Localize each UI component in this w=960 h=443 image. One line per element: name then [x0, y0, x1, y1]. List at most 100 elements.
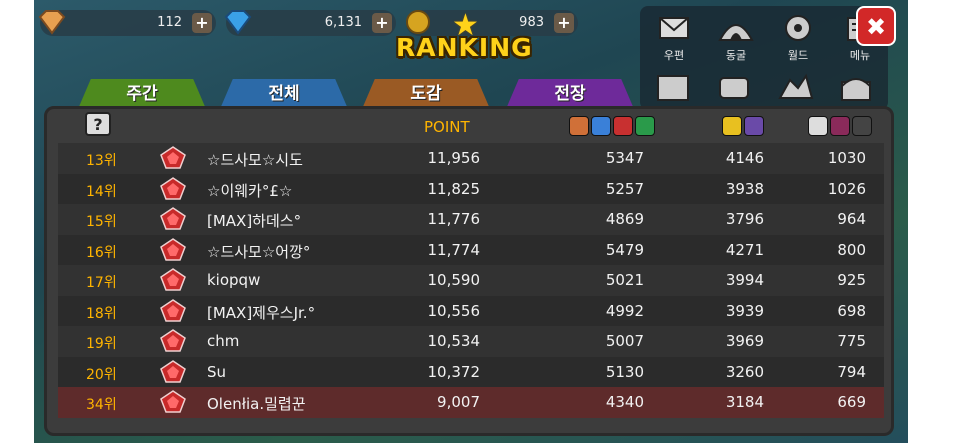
column3-header-icons	[808, 116, 872, 136]
diamond-counter: 6,131 +	[224, 10, 396, 36]
my-ranking-row[interactable]: 34위 Olenłia.밀렵꾼 9,007 4340 3184 669	[58, 387, 884, 418]
stat-value-3: 1030	[827, 149, 866, 167]
point-value: 11,825	[427, 179, 481, 198]
rank-label: 16위	[86, 244, 117, 261]
stat-value-3: 964	[837, 210, 866, 228]
tab-battlefield[interactable]: 전장	[506, 79, 634, 109]
dragon-icon[interactable]	[776, 72, 816, 104]
stat-value-2: 3260	[725, 362, 764, 381]
top-menu: 우편 동굴 월드 메뉴	[640, 6, 888, 110]
column1-header-icons	[569, 116, 655, 136]
rank-label: 15위	[86, 214, 117, 230]
stat-value-1: 5130	[605, 362, 644, 381]
player-name: Olenłia.밀렵꾼	[207, 395, 306, 413]
stat-value-1: 4869	[605, 210, 644, 228]
book-icon[interactable]	[654, 72, 694, 104]
blue-element-icon	[591, 116, 611, 136]
player-name: [MAX]하데스°	[207, 212, 302, 230]
stat-value-1: 5007	[605, 332, 644, 350]
stat-value-3: 775	[837, 332, 866, 350]
point-value: 11,774	[427, 240, 481, 259]
point-column-header: POINT	[424, 118, 470, 136]
rank-label: 13위	[86, 153, 117, 169]
player-name: ☆드사모☆어깡°	[207, 242, 311, 261]
menu-cave-label: 동굴	[725, 49, 747, 62]
stat-value-1: 5479	[605, 240, 644, 259]
stat-value-3: 800	[837, 240, 866, 259]
stat-value-3: 925	[837, 271, 866, 289]
menu-menu-label: 메뉴	[849, 49, 871, 62]
orange-element-icon	[569, 116, 589, 136]
menu-cave[interactable]: 동굴	[712, 14, 760, 63]
stat-value-1: 5257	[605, 179, 644, 198]
cave-icon	[718, 24, 754, 41]
stat-value-3: 669	[837, 393, 866, 411]
player-name: kiopqw	[207, 271, 261, 289]
close-button[interactable]: ✖	[856, 6, 896, 46]
add-diamond-button[interactable]: +	[372, 13, 392, 33]
close-icon: ✖	[865, 13, 887, 41]
tier-badge-icon	[160, 176, 186, 200]
stat-value-2: 4271	[725, 240, 764, 259]
menu-world[interactable]: 월드	[774, 14, 822, 63]
green-element-icon	[635, 116, 655, 136]
tier-badge-icon	[160, 237, 186, 261]
table-row[interactable]: 19위 chm 10,534 5007 3969 775	[58, 326, 884, 357]
stat-value-1: 4992	[605, 301, 644, 320]
help-button[interactable]: ?	[85, 112, 111, 136]
point-value: 11,776	[427, 210, 481, 228]
rank-label: 17위	[86, 275, 117, 291]
table-row[interactable]: 16위 ☆드사모☆어깡° 11,774 5479 4271 800	[58, 234, 884, 265]
table-row[interactable]: 14위 ☆이웨카°£☆ 11,825 5257 3938 1026	[58, 173, 884, 204]
point-value: 9,007	[437, 393, 480, 411]
tier-badge-icon	[160, 146, 186, 169]
stat-value-3: 698	[837, 301, 866, 320]
white-element-icon	[808, 116, 828, 136]
table-row[interactable]: 13위 ☆드사모☆시도 11,956 5347 4146 1030	[58, 143, 884, 174]
stat-value-2: 3939	[725, 301, 764, 320]
tier-badge-icon	[160, 359, 186, 383]
stat-value-1: 5347	[605, 149, 644, 167]
table-row[interactable]: 15위 [MAX]하데스° 11,776 4869 3796 964	[58, 204, 884, 235]
player-name: [MAX]제우스Jr.°	[207, 303, 316, 322]
add-crystal-button[interactable]: +	[192, 13, 212, 33]
point-value: 10,556	[427, 301, 481, 320]
page-title: RANKING	[396, 33, 533, 62]
mail-icon	[659, 17, 689, 39]
diamond-value: 6,131	[324, 15, 362, 30]
scroll-icon[interactable]	[714, 72, 754, 104]
tier-badge-icon	[160, 390, 186, 413]
menu-mail-label: 우편	[663, 49, 685, 62]
rank-label: 19위	[86, 336, 117, 352]
tab-weekly[interactable]: 주간	[78, 79, 206, 109]
ranking-screen: 112 + 6,131 + 983 + ★ RANKING 우편 동굴 월드 메…	[0, 0, 960, 443]
chest-icon[interactable]	[836, 72, 876, 104]
add-gold-button[interactable]: +	[554, 13, 574, 33]
stat-value-2: 3969	[725, 332, 764, 350]
stat-value-1: 5021	[605, 271, 644, 289]
table-row[interactable]: 18위 [MAX]제우스Jr.° 10,556 4992 3939 698	[58, 295, 884, 326]
crystal-counter: 112 +	[38, 10, 216, 36]
rank-label: 18위	[86, 305, 117, 322]
tab-collection[interactable]: 도감	[362, 79, 490, 109]
stat-value-2: 3994	[725, 271, 764, 289]
tab-overall[interactable]: 전체	[220, 79, 348, 109]
yellow-element-icon	[722, 116, 742, 136]
player-name: Su	[207, 362, 227, 381]
gold-coin-icon	[406, 10, 430, 34]
red-element-icon	[613, 116, 633, 136]
rank-label: 14위	[86, 183, 117, 200]
stat-value-2: 3796	[725, 210, 764, 228]
menu-mail[interactable]: 우편	[650, 14, 698, 63]
column2-header-icons	[722, 116, 764, 136]
blue-diamond-icon	[224, 10, 252, 35]
tier-badge-icon	[160, 268, 186, 291]
point-value: 10,372	[427, 362, 481, 381]
table-row[interactable]: 17위 kiopqw 10,590 5021 3994 925	[58, 265, 884, 296]
stat-value-3: 794	[837, 362, 866, 381]
rank-label: 20위	[86, 366, 117, 383]
player-name: ☆드사모☆시도	[207, 151, 303, 169]
player-name: chm	[207, 332, 240, 350]
tier-badge-icon	[160, 207, 186, 230]
table-row[interactable]: 20위 Su 10,372 5130 3260 794	[58, 356, 884, 387]
